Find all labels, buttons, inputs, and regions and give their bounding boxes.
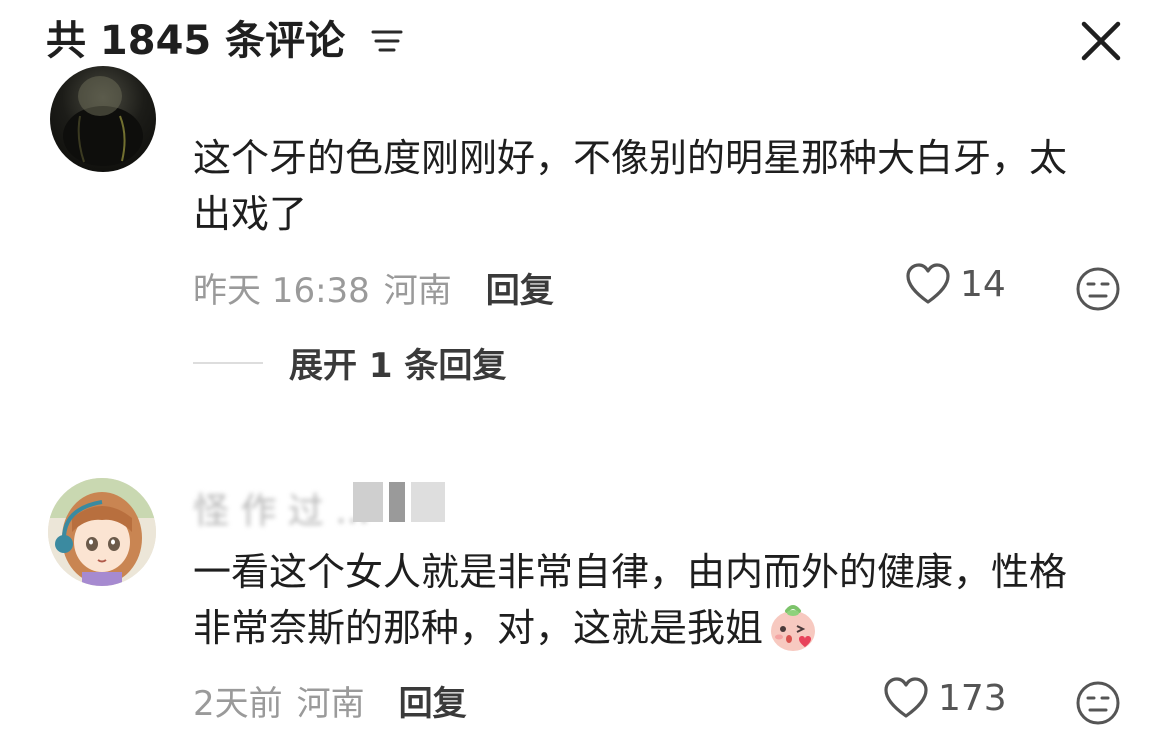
dislike-face-icon[interactable] bbox=[1075, 680, 1121, 726]
like-button[interactable]: 173 bbox=[882, 676, 1007, 720]
comment-text: 这个牙的色度刚刚好，不像别的明星那种大白牙，太出戏了 bbox=[193, 136, 1068, 236]
reply-button[interactable]: 回复 bbox=[399, 676, 467, 725]
comment-location: 河南 bbox=[296, 684, 365, 724]
reply-button[interactable]: 回复 bbox=[486, 263, 554, 312]
like-count: 173 bbox=[938, 677, 1007, 719]
comment-time: 2天前 bbox=[193, 684, 283, 724]
comments-header: 共 1845 条评论 bbox=[0, 0, 1170, 90]
filter-lines-icon[interactable] bbox=[370, 28, 404, 56]
like-button[interactable]: 14 bbox=[904, 262, 1006, 306]
comment-time: 昨天 16:38 bbox=[193, 271, 370, 311]
heart-icon bbox=[884, 677, 928, 718]
avatar-image bbox=[48, 478, 156, 586]
mosaic-block bbox=[389, 482, 405, 522]
divider bbox=[193, 361, 263, 364]
comment-location: 河南 bbox=[383, 271, 452, 311]
username-redacted[interactable]: 怪 作 过 ... bbox=[193, 480, 453, 532]
comment-count-title: 共 1845 条评论 bbox=[46, 18, 346, 64]
expand-replies-label: 展开 1 条回复 bbox=[289, 346, 507, 386]
user-avatar[interactable] bbox=[50, 66, 156, 172]
user-avatar[interactable] bbox=[48, 478, 156, 586]
comment-meta: 昨天 16:38 河南 回复 bbox=[193, 263, 554, 312]
comment-text: 一看这个女人就是非常自律，由内而外的健康，性格非常奈斯的那种，对，这就是我姐 bbox=[193, 544, 1093, 659]
avatar-image bbox=[63, 76, 143, 166]
comment-text-body: 一看这个女人就是非常自律，由内而外的健康，性格非常奈斯的那种，对，这就是我姐 bbox=[193, 550, 1068, 650]
like-count: 14 bbox=[960, 263, 1006, 305]
dislike-face-icon[interactable] bbox=[1075, 266, 1121, 312]
mosaic-block bbox=[353, 482, 383, 522]
blush-emoji-icon bbox=[771, 604, 816, 651]
mosaic-block bbox=[411, 482, 445, 522]
comment-meta: 2天前 河南 回复 bbox=[193, 676, 467, 725]
heart-icon bbox=[906, 263, 950, 304]
expand-replies-button[interactable]: 展开 1 条回复 bbox=[193, 338, 506, 387]
username: 怪 作 过 ... bbox=[193, 491, 370, 532]
close-icon[interactable] bbox=[1078, 18, 1124, 64]
